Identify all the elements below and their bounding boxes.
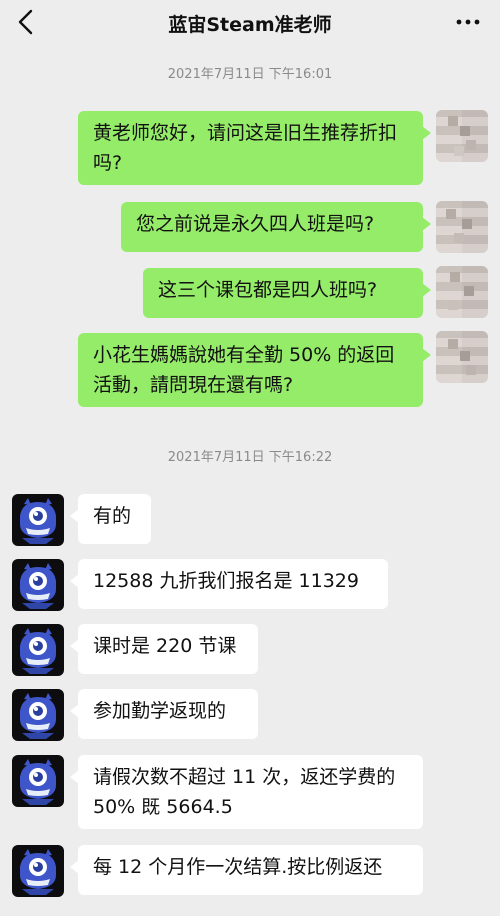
blue-monster-icon [20,628,56,674]
incoming-message[interactable]: 有的 [70,494,151,544]
outgoing-message[interactable]: 小花生媽媽說她有全勤 50% 的返回活動，請問現在還有嗎? [78,333,431,407]
incoming-message[interactable]: 请假次数不超过 11 次，返还学费的 50% 既 5664.5 [70,755,423,829]
self-avatar[interactable] [436,110,488,162]
chat-header: 蓝宙Steam准老师 [0,0,500,44]
teacher-avatar[interactable] [12,494,64,546]
message-timestamp: 2021年7月11日 下午16:01 [167,67,333,82]
chat-title: 蓝宙Steam准老师 [168,14,332,36]
self-avatar[interactable] [436,201,488,253]
message-timestamp: 2021年7月11日 下午16:22 [167,450,333,465]
outgoing-message[interactable]: 这三个课包都是四人班吗? [143,268,431,318]
teacher-avatar[interactable] [12,689,64,741]
self-avatar[interactable] [436,266,488,318]
teacher-avatar[interactable] [12,845,64,897]
teacher-avatar[interactable] [12,559,64,611]
more-dots-icon[interactable] [456,18,480,26]
blue-monster-icon [20,563,56,609]
incoming-message[interactable]: 课时是 220 节课 [70,624,258,674]
blue-monster-icon [20,498,56,544]
incoming-message[interactable]: 12588 九折我们报名是 11329 [70,559,388,609]
blue-monster-icon [20,693,56,739]
blue-monster-icon [20,849,56,895]
incoming-message[interactable]: 每 12 个月作一次结算.按比例返还 [70,845,423,895]
incoming-message[interactable]: 参加勤学返现的 [70,689,258,739]
teacher-avatar[interactable] [12,624,64,676]
outgoing-message[interactable]: 您之前说是永久四人班是吗? [121,202,431,252]
blue-monster-icon [20,759,56,805]
teacher-avatar[interactable] [12,755,64,807]
outgoing-message[interactable]: 黄老师您好，请问这是旧生推荐折扣吗? [78,111,431,185]
self-avatar[interactable] [436,331,488,383]
